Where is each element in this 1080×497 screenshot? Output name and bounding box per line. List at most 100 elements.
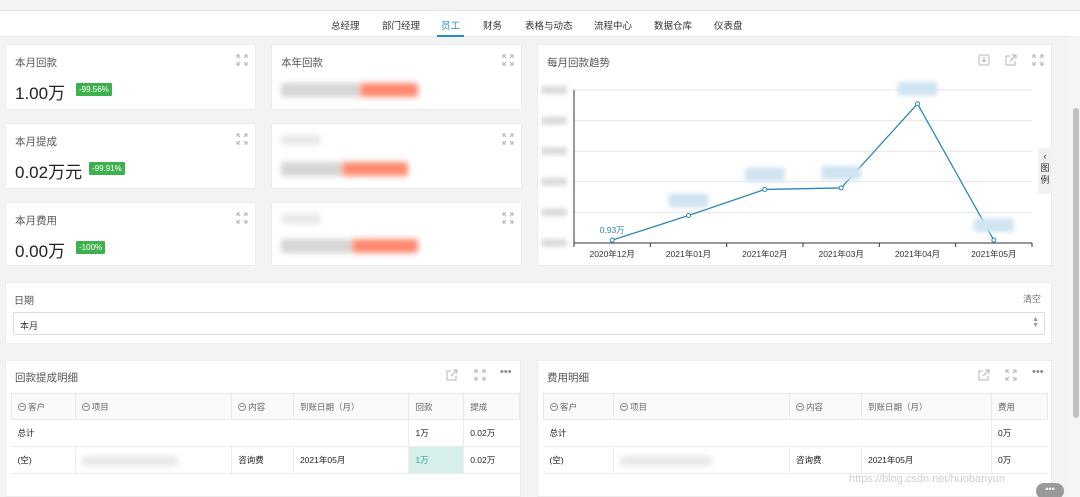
series-line	[611, 102, 995, 241]
redacted-badge	[360, 83, 418, 97]
column-header-customer[interactable]: 客户	[11, 393, 76, 420]
x-tick-label: 2021年04月	[895, 249, 940, 259]
collapse-icon[interactable]	[238, 402, 247, 411]
date-select-value: 本月	[20, 321, 39, 331]
column-header-project[interactable]: 项目	[74, 393, 233, 420]
data-label-redacted	[744, 167, 785, 182]
collapse-icon[interactable]	[18, 402, 26, 411]
y-tick-label-redacted	[541, 177, 567, 186]
data-point	[915, 101, 920, 107]
column-header-arrival-month[interactable]: 到账日期（月）	[292, 393, 410, 420]
kpi-value: 0.00万	[15, 242, 66, 261]
total-commission: 0.02万	[463, 419, 520, 447]
collapse-icon[interactable]	[550, 402, 558, 411]
expand-icon[interactable]	[502, 54, 514, 66]
date-filter-panel: 日期 清空 本月 ▲ ▼	[5, 282, 1052, 344]
tab-tables-activity[interactable]: 表格与动态	[525, 18, 573, 32]
chevron-left-icon: ‹	[1043, 151, 1047, 161]
cell-customer: (空)	[11, 446, 76, 474]
tab-general-manager[interactable]: 总经理	[331, 18, 360, 32]
column-header-customer[interactable]: 客户	[543, 393, 614, 420]
table-total-row: 总计 1万 0.02万	[11, 419, 520, 447]
tab-department-manager[interactable]: 部门经理	[382, 18, 420, 32]
expand-icon[interactable]	[1005, 369, 1017, 381]
cell-project	[74, 446, 232, 474]
kpi-card-monthly-expense: 本月费用 0.00万 -100%	[5, 202, 256, 266]
data-point	[838, 185, 844, 191]
total-payment: 1万	[408, 419, 464, 447]
cell-payment[interactable]: 1万	[408, 446, 464, 474]
redacted-badge	[342, 162, 408, 176]
line-chart: 2020年12月 2021年01月 2021年02月 2021年03月 2021年04月…	[541, 81, 1033, 259]
y-tick-label-redacted	[541, 239, 567, 247]
data-point	[991, 237, 997, 243]
kpi-title: 本年回款	[281, 57, 323, 69]
data-point	[609, 237, 615, 243]
date-select[interactable]: 本月 ▲ ▼	[13, 312, 1045, 335]
cell-content: 咨询费	[789, 446, 862, 474]
cell-arrival-month: 2021年05月	[292, 446, 409, 474]
column-header-content[interactable]: 内容	[789, 393, 862, 420]
column-header-payment[interactable]: 回款	[408, 393, 465, 420]
data-point	[762, 186, 768, 192]
select-arrows-icon: ▲ ▼	[1032, 316, 1039, 329]
legend-toggle[interactable]: ‹ 图例	[1038, 148, 1052, 194]
kpi-card-yearly-payment: 本年回款	[271, 44, 522, 110]
legend-toggle-label: 图例	[1040, 163, 1050, 185]
floating-more-button[interactable]: •••	[1036, 483, 1064, 497]
tab-data-warehouse[interactable]: 数据仓库	[654, 18, 692, 32]
open-external-icon[interactable]	[978, 369, 990, 381]
kpi-card-monthly-commission: 本月提成 0.02万元 -99.91%	[5, 123, 256, 189]
table-title: 回款提成明细	[15, 372, 78, 384]
expand-icon[interactable]	[502, 212, 514, 224]
column-header-project[interactable]: 项目	[613, 393, 790, 420]
cell-expense: 0万	[991, 446, 1048, 474]
expand-icon[interactable]	[236, 54, 248, 66]
column-header-content[interactable]: 内容	[231, 393, 294, 420]
kpi-card-redacted-2	[271, 123, 522, 189]
y-tick-label-redacted	[541, 147, 567, 156]
kpi-change-badge: -99.56%	[76, 83, 112, 96]
kpi-change-badge: -100%	[76, 241, 106, 254]
expand-icon[interactable]	[502, 133, 514, 145]
collapse-icon[interactable]	[796, 402, 804, 411]
open-external-icon[interactable]	[446, 369, 458, 381]
tab-dashboard[interactable]: 仪表盘	[714, 18, 743, 32]
collapse-icon[interactable]	[81, 402, 90, 411]
column-header-arrival-month[interactable]: 到账日期（月）	[861, 393, 992, 420]
kpi-title: 本月费用	[15, 215, 57, 227]
x-tick-label: 2021年03月	[818, 249, 863, 259]
column-header-expense[interactable]: 费用	[991, 393, 1048, 420]
tab-finance[interactable]: 财务	[483, 18, 502, 32]
top-nav-bar: 总经理 部门经理 员工 财务 表格与动态 流程中心 数据仓库 仪表盘	[0, 10, 1080, 37]
cell-project	[613, 446, 790, 474]
x-tick-label: 2021年02月	[742, 249, 787, 259]
cell-customer: (空)	[543, 446, 614, 474]
redacted-value	[281, 83, 361, 97]
expense-table: 客户 项目 内容 到账日期（月） 费用 总计 0万 (空) 咨询费 2021年0…	[543, 393, 1048, 474]
tab-process-center[interactable]: 流程中心	[594, 18, 632, 32]
watermark-text: https://blog.csdn.net/huobanyun	[849, 473, 1005, 485]
kpi-value: 1.00万	[15, 84, 66, 103]
table-row: (空) 咨询费 2021年05月 1万 0.02万	[11, 446, 520, 474]
column-header-commission[interactable]: 提成	[463, 393, 520, 420]
redacted-badge	[352, 239, 418, 253]
payment-commission-detail-card: 回款提成明细 ••• 客户 项目 内容 到账日期（月） 回款 提成 总计 1万 …	[5, 360, 521, 497]
redacted-title	[281, 214, 321, 224]
more-options-icon[interactable]: •••	[500, 366, 512, 378]
filter-label: 日期	[14, 296, 34, 307]
kpi-card-monthly-payment: 本月回款 1.00万 -99.56%	[5, 44, 256, 110]
page-scrollbar-thumb[interactable]	[1073, 108, 1079, 418]
redacted-project	[81, 456, 178, 466]
tab-employee[interactable]: 员工	[441, 18, 460, 32]
cell-commission: 0.02万	[463, 446, 520, 474]
more-options-icon[interactable]: •••	[1032, 366, 1044, 378]
expand-icon[interactable]	[474, 369, 486, 381]
redacted-project	[620, 456, 712, 466]
expand-icon[interactable]	[236, 212, 248, 224]
collapse-icon[interactable]	[620, 402, 628, 411]
total-label: 总计	[11, 419, 76, 447]
clear-filter-button[interactable]: 清空	[1023, 292, 1041, 305]
expand-icon[interactable]	[236, 133, 248, 145]
data-label-redacted	[897, 81, 938, 96]
